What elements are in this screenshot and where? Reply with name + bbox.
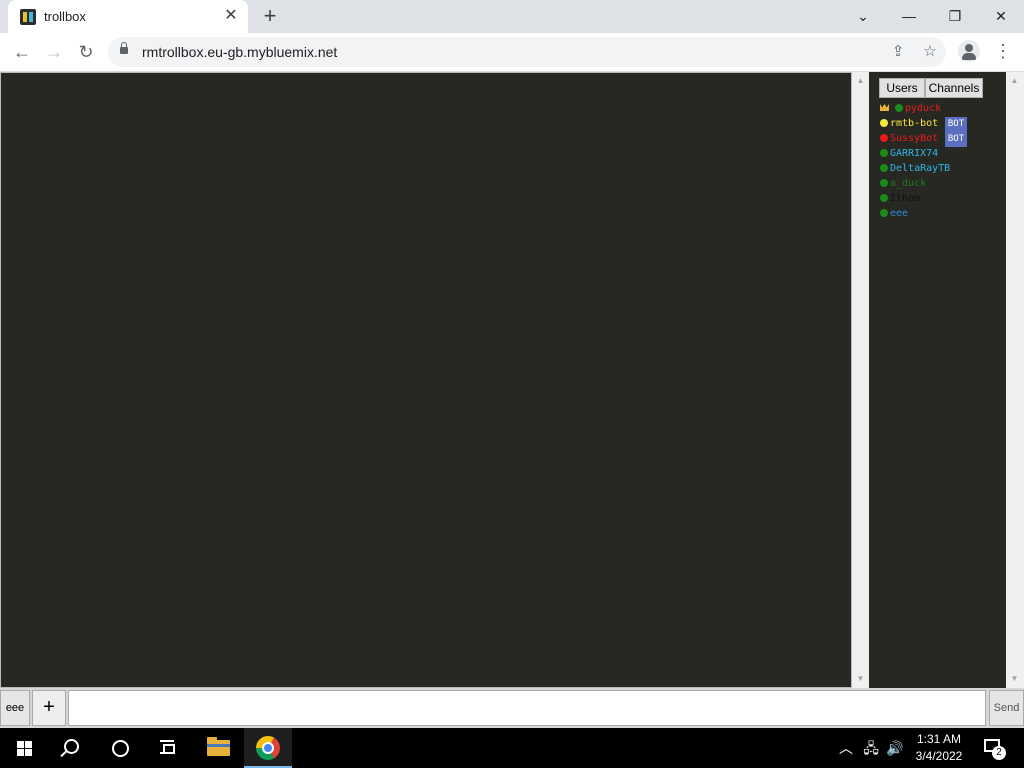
task-view-icon [160,740,175,754]
chrome-icon [256,736,280,760]
task-view-button[interactable] [144,728,192,768]
folder-icon [207,737,230,756]
add-button[interactable]: + [32,690,66,726]
username[interactable]: rmtb-bot [890,116,938,131]
message-input[interactable] [68,690,986,726]
address-bar[interactable]: rmtrollbox.eu-gb.mybluemix.net ⇪ ☆ [108,37,946,67]
taskbar-clock[interactable]: 1:31 AM 3/4/2022 [904,731,974,765]
status-dot-icon [880,119,888,127]
taskbar-search-button[interactable] [48,728,96,768]
username[interactable]: a_duck [890,176,926,191]
reload-button[interactable]: ↻ [73,40,99,64]
restore-button[interactable]: ❐ [941,4,969,28]
file-explorer-button[interactable] [195,728,243,768]
username[interactable]: SussyBot [890,131,938,146]
browser-toolbar: ← → ↻ rmtrollbox.eu-gb.mybluemix.net ⇪ ☆… [0,33,1024,72]
nickname-button[interactable]: eee [0,690,30,726]
close-window-button[interactable]: ✕ [987,4,1015,28]
show-hidden-icons-chevron-icon[interactable]: ︿ [838,738,854,758]
network-icon[interactable]: 🖧 [862,738,880,758]
minimize-button[interactable]: — [895,4,923,28]
tab-title: trollbox [44,9,86,24]
trollbox-favicon-icon [20,9,36,25]
bookmark-star-icon[interactable]: ☆ [918,40,942,64]
search-icon [64,739,79,754]
scroll-down-arrow-icon[interactable]: ▼ [852,672,869,686]
username[interactable]: Ilham [890,191,920,206]
windows-logo-icon [17,741,32,756]
browser-tab-strip: trollbox ✕ + ⌄ — ❐ ✕ [0,0,1024,33]
username[interactable]: GARRIX74 [890,146,938,161]
clock-time: 1:31 AM [916,732,962,746]
user-sidebar: Users Channels pyduck rmtb-bot BOT SussyBot… [874,72,1006,688]
share-icon[interactable]: ⇪ [886,40,910,64]
forward-button[interactable]: → [41,40,67,64]
crown-icon [880,104,889,111]
status-dot-icon [880,164,888,172]
tab-close-icon[interactable]: ✕ [222,7,240,25]
scroll-up-arrow-icon[interactable]: ▲ [852,74,869,88]
status-dot-icon [880,179,888,187]
new-tab-button[interactable]: + [258,5,282,29]
message-input-bar: eee + Send [0,688,1024,728]
profile-avatar-icon[interactable] [958,40,980,62]
bot-badge: BOT [945,132,967,147]
cortana-button[interactable] [96,728,144,768]
bot-badge: BOT [945,117,967,132]
status-dot-icon [880,209,888,217]
chat-scrollbar[interactable]: ▲ ▼ [852,72,869,688]
status-dot-icon [895,104,903,112]
url-text[interactable]: rmtrollbox.eu-gb.mybluemix.net [142,44,337,60]
scroll-up-arrow-icon[interactable]: ▲ [1006,74,1023,88]
cortana-icon [112,740,129,757]
browser-menu-icon[interactable]: ⋮ [994,40,1012,64]
username[interactable]: DeltaRayTB [890,161,950,176]
chrome-taskbar-button[interactable] [244,728,292,768]
browser-tab[interactable]: trollbox ✕ [8,0,248,33]
chat-message-area[interactable] [0,72,852,688]
scroll-down-arrow-icon[interactable]: ▼ [1006,672,1023,686]
send-button[interactable]: Send [989,690,1024,726]
trollbox-page: ▲ ▼ Users Channels pyduck rmtb-bot BOT Suss… [0,72,1024,728]
notification-count-badge: 2 [992,746,1006,760]
tab-search-icon[interactable]: ⌄ [849,4,877,28]
username[interactable]: pyduck [905,101,941,116]
status-dot-icon [880,149,888,157]
lock-icon[interactable] [120,42,128,54]
status-dot-icon [880,134,888,142]
windows-taskbar: ︿ 🖧 🔊 1:31 AM 3/4/2022 2 [0,728,1024,768]
tab-channels[interactable]: Channels [925,78,983,98]
username[interactable]: eee [890,206,908,221]
volume-icon[interactable]: 🔊 [886,738,904,758]
back-button[interactable]: ← [9,40,35,64]
clock-date: 3/4/2022 [915,749,963,763]
start-button[interactable] [0,728,48,768]
status-dot-icon [880,194,888,202]
sidebar-scrollbar[interactable]: ▲ ▼ [1006,72,1024,688]
tab-users[interactable]: Users [879,78,925,98]
